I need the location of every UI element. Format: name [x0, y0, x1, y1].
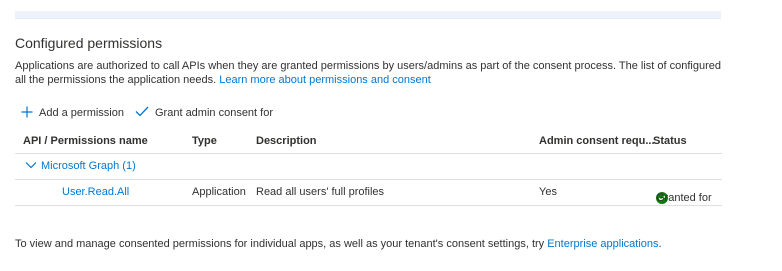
- description-line-1: Applications are authorized to call APIs…: [15, 60, 722, 72]
- table-row: User.Read.All Application Read all users…: [15, 180, 722, 206]
- grant-admin-consent-button[interactable]: Grant admin consent for: [135, 106, 273, 120]
- permissions-table: API / Permissions name Type Description …: [15, 129, 722, 206]
- add-permission-label: Add a permission: [39, 107, 124, 119]
- section-description: Applications are authorized to call APIs…: [15, 59, 722, 87]
- chevron-down-icon: [25, 160, 41, 172]
- column-header-admin-consent[interactable]: Admin consent requ...: [539, 135, 655, 147]
- toolbar: Add a permission Grant admin consent for: [21, 104, 284, 122]
- permission-name-link[interactable]: User.Read.All: [62, 186, 129, 198]
- column-header-type[interactable]: Type: [192, 135, 217, 147]
- footer-period: .: [658, 238, 662, 250]
- api-group-row: Microsoft Graph (1): [15, 154, 722, 180]
- checkmark-icon: [135, 106, 155, 120]
- api-group-label: Microsoft Graph (1): [41, 160, 136, 172]
- status-text: Granted for: [656, 192, 712, 204]
- api-group-toggle[interactable]: Microsoft Graph (1): [25, 160, 136, 172]
- description-line-2: all the permissions the application need…: [15, 73, 722, 87]
- permission-description: Read all users' full profiles: [256, 186, 385, 198]
- footer-note: To view and manage consented permissions…: [15, 238, 662, 250]
- column-header-name[interactable]: API / Permissions name: [23, 135, 148, 147]
- table-header: API / Permissions name Type Description …: [15, 129, 722, 154]
- description-text: all the permissions the application need…: [15, 74, 220, 86]
- add-permission-button[interactable]: Add a permission: [21, 106, 124, 121]
- column-header-description[interactable]: Description: [256, 135, 317, 147]
- footer-text: To view and manage consented permissions…: [15, 238, 548, 250]
- admin-consent-required: Yes: [539, 186, 557, 198]
- section-title: Configured permissions: [15, 35, 163, 51]
- configured-permissions-section: Configured permissions Applications are …: [15, 0, 722, 271]
- column-header-status[interactable]: Status: [653, 135, 687, 147]
- learn-more-link[interactable]: Learn more about permissions and consent: [219, 74, 431, 86]
- plus-icon: [21, 106, 39, 121]
- grant-admin-consent-label: Grant admin consent for: [155, 107, 274, 119]
- enterprise-applications-link[interactable]: Enterprise applications: [547, 238, 658, 250]
- permission-type: Application: [192, 186, 246, 198]
